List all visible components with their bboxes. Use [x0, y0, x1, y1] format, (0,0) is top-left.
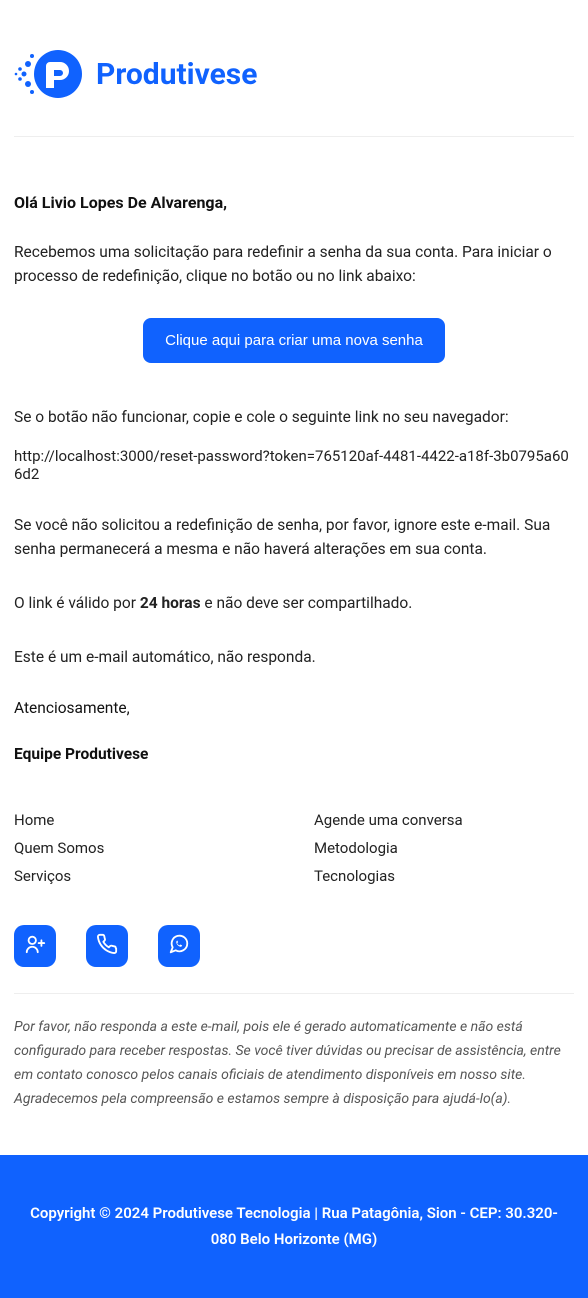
link-methodology[interactable]: Metodologia — [314, 839, 574, 857]
logo-icon — [14, 44, 84, 104]
reset-password-button[interactable]: Clique aqui para criar uma nova senha — [143, 318, 445, 363]
signoff: Atenciosamente, — [14, 699, 574, 717]
footer-links: Home Quem Somos Serviços Agende uma conv… — [14, 811, 574, 885]
phone-button[interactable] — [86, 925, 128, 967]
link-about[interactable]: Quem Somos — [14, 839, 274, 857]
link-home[interactable]: Home — [14, 811, 274, 829]
ignore-text: Se você não solicitou a redefinição de s… — [14, 513, 574, 561]
validity-text: O link é válido por 24 horas e não deve … — [14, 591, 574, 615]
phone-icon — [96, 933, 118, 959]
whatsapp-icon — [168, 933, 190, 959]
validity-duration: 24 horas — [140, 594, 201, 612]
validity-prefix: O link é válido por — [14, 594, 140, 612]
add-contact-button[interactable] — [14, 925, 56, 967]
link-services[interactable]: Serviços — [14, 867, 274, 885]
whatsapp-button[interactable] — [158, 925, 200, 967]
disclaimer: Por favor, não responda a este e-mail, p… — [14, 1016, 574, 1111]
fallback-text: Se o botão não funcionar, copie e cole o… — [14, 405, 574, 429]
user-plus-icon — [24, 933, 46, 959]
validity-suffix: e não deve ser compartilhado. — [201, 594, 413, 612]
auto-email-text: Este é um e-mail automático, não respond… — [14, 645, 574, 669]
footer-copyright: Copyright © 2024 Produtivese Tecnologia … — [0, 1155, 588, 1298]
greeting: Olá Livio Lopes De Alvarenga, — [14, 193, 574, 212]
link-technologies[interactable]: Tecnologias — [314, 867, 574, 885]
link-schedule[interactable]: Agende uma conversa — [314, 811, 574, 829]
social-row — [14, 925, 574, 994]
brand-name: Produtivese — [96, 57, 257, 92]
reset-url[interactable]: http://localhost:3000/reset-password?tok… — [14, 447, 574, 483]
header: Produtivese — [14, 14, 574, 137]
team-signature: Equipe Produtivese — [14, 745, 574, 763]
intro-text: Recebemos uma solicitação para redefinir… — [14, 240, 574, 288]
